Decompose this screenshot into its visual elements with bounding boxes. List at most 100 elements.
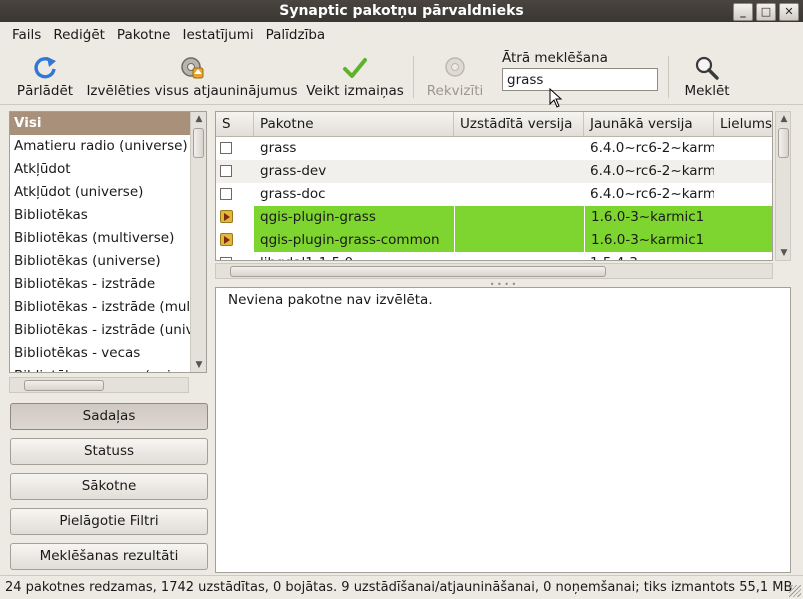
package-size: [714, 160, 772, 183]
table-row[interactable]: qgis-plugin-grass 1.6.0-3~karmic1: [216, 206, 772, 229]
section-item[interactable]: Bibliotēkas: [10, 204, 192, 227]
section-item[interactable]: Visi: [10, 112, 192, 135]
menu-settings[interactable]: Iestatījumi: [176, 22, 259, 48]
mark-all-upgrades-button[interactable]: Izvēlēties visus atjauninājumus: [86, 54, 298, 102]
mouse-cursor-icon: [549, 88, 563, 108]
packages-vertical-scrollbar[interactable]: ▲ ▼: [775, 111, 791, 261]
package-name: libgdal1-1.5.0: [254, 252, 454, 260]
package-size: [714, 252, 772, 260]
properties-label: Rekvizīti: [426, 83, 484, 99]
packages-horizontal-scrollbar[interactable]: [215, 263, 773, 279]
sections-horizontal-scrollbar[interactable]: [9, 377, 189, 393]
section-item[interactable]: Atkļūdot: [10, 158, 192, 181]
installed-version: [454, 206, 584, 229]
reload-label: Pārlādēt: [16, 83, 74, 99]
scroll-up-icon[interactable]: ▲: [191, 114, 206, 124]
latest-version: 6.4.0~rc6-2~karmic1: [590, 140, 714, 156]
scroll-thumb[interactable]: [193, 128, 204, 158]
description-text: Neviena pakotne nav izvēlēta.: [228, 292, 433, 308]
quick-search-label: Ātrā meklēšana: [502, 50, 608, 66]
title-bar: Synaptic pakotņu pārvaldnieks _ □ ✕: [0, 0, 803, 22]
section-item[interactable]: Bibliotēkas - izstrāde (universe): [10, 319, 192, 342]
sections-list: Visi Amatieru radio (universe) Atkļūdot …: [9, 111, 207, 373]
package-name: grass: [260, 140, 297, 156]
sections-vertical-scrollbar[interactable]: ▲ ▼: [190, 112, 206, 372]
latest-version: 6.4.0~rc6-2~karmic1: [590, 163, 714, 179]
mark-all-upgrades-label: Izvēlēties visus atjauninājumus: [86, 83, 298, 99]
status-checkbox[interactable]: [220, 142, 232, 154]
installed-version: [454, 229, 584, 252]
installed-version: [454, 160, 584, 183]
resize-grip-icon[interactable]: [789, 585, 801, 597]
table-header: S Pakotne Uzstādītā versija Jaunākā vers…: [216, 112, 772, 137]
table-row[interactable]: qgis-plugin-grass-common 1.6.0-3~karmic1: [216, 229, 772, 252]
properties-gear-icon: [445, 57, 465, 77]
table-row[interactable]: libgdal1-1.5.0 1.5.4-3: [216, 252, 772, 260]
column-installed-version[interactable]: Uzstādītā versija: [454, 112, 584, 136]
filter-sections-button[interactable]: Sadaļas: [10, 403, 208, 430]
package-name: qgis-plugin-grass: [254, 206, 454, 229]
scroll-thumb[interactable]: [778, 128, 789, 158]
latest-version: 6.4.0~rc6-2~karmic1: [590, 186, 714, 202]
scroll-down-icon[interactable]: ▼: [776, 248, 792, 258]
toolbar-separator: [668, 56, 669, 98]
scroll-down-icon[interactable]: ▼: [191, 360, 206, 370]
package-size: [714, 229, 772, 252]
column-latest-version[interactable]: Jaunākā versija: [584, 112, 714, 136]
status-checkbox[interactable]: [220, 188, 232, 200]
column-size[interactable]: Lielums: [714, 112, 772, 136]
status-checkbox[interactable]: [220, 165, 232, 177]
apply-button[interactable]: Veikt izmaiņas: [304, 54, 406, 102]
section-item[interactable]: Bibliotēkas - izstrāde: [10, 273, 192, 296]
package-size: [714, 206, 772, 229]
upgrade-status-icon[interactable]: [220, 210, 233, 223]
table-row[interactable]: grass 6.4.0~rc6-2~karmic1: [216, 137, 772, 160]
menu-edit[interactable]: Rediģēt: [47, 22, 111, 48]
search-button[interactable]: Meklēt: [678, 54, 736, 102]
table-row[interactable]: grass-dev 6.4.0~rc6-2~karmic1: [216, 160, 772, 183]
reload-button[interactable]: Pārlādēt: [12, 54, 78, 102]
magnifier-icon: [695, 56, 719, 80]
scroll-thumb[interactable]: [24, 380, 104, 391]
section-item[interactable]: Bibliotēkas (multiverse): [10, 227, 192, 250]
installed-version: [454, 183, 584, 206]
menu-package[interactable]: Pakotne: [111, 22, 177, 48]
section-item[interactable]: Bibliotēkas - vecas: [10, 342, 192, 365]
package-table: S Pakotne Uzstādītā versija Jaunākā vers…: [215, 111, 773, 261]
menu-file[interactable]: Fails: [0, 22, 47, 48]
scroll-thumb[interactable]: [230, 266, 606, 277]
table-row[interactable]: grass-doc 6.4.0~rc6-2~karmic1: [216, 183, 772, 206]
section-item[interactable]: Bibliotēkas - vecas (universe): [10, 365, 192, 372]
quick-search-input[interactable]: [502, 68, 658, 91]
search-label: Meklēt: [684, 83, 730, 99]
filter-search-results-button[interactable]: Meklēšanas rezultāti: [10, 543, 208, 570]
package-size: [714, 137, 772, 160]
filter-origin-button[interactable]: Sākotne: [10, 473, 208, 500]
section-item[interactable]: Bibliotēkas (universe): [10, 250, 192, 273]
package-name: grass-doc: [260, 186, 326, 202]
column-status[interactable]: S: [216, 112, 254, 136]
section-item[interactable]: Atkļūdot (universe): [10, 181, 192, 204]
filter-custom-button[interactable]: Pielāgotie Filtri: [10, 508, 208, 535]
gear-upgrade-icon: [181, 57, 204, 79]
properties-button[interactable]: Rekvizīti: [422, 54, 488, 102]
upgrade-status-icon[interactable]: [220, 233, 233, 246]
scroll-up-icon[interactable]: ▲: [776, 114, 792, 124]
package-size: [714, 183, 772, 206]
section-item[interactable]: Amatieru radio (universe): [10, 135, 192, 158]
minimize-button[interactable]: _: [733, 3, 753, 21]
maximize-button[interactable]: □: [756, 3, 776, 21]
installed-version: [454, 137, 584, 160]
latest-version: 1.5.4-3: [584, 252, 714, 260]
window-controls: _ □ ✕: [733, 3, 799, 21]
menu-help[interactable]: Palīdzība: [260, 22, 332, 48]
filter-status-button[interactable]: Statuss: [10, 438, 208, 465]
section-item[interactable]: Bibliotēkas - izstrāde (multiverse): [10, 296, 192, 319]
status-text: 24 pakotnes redzamas, 1742 uzstādītas, 0…: [5, 580, 793, 595]
close-button[interactable]: ✕: [779, 3, 799, 21]
column-package[interactable]: Pakotne: [254, 112, 454, 136]
status-checkbox[interactable]: [220, 257, 232, 260]
installed-version: [454, 252, 584, 260]
apply-label: Veikt izmaiņas: [306, 83, 404, 99]
menu-bar: Fails Rediģēt Pakotne Iestatījumi Palīdz…: [0, 22, 803, 48]
